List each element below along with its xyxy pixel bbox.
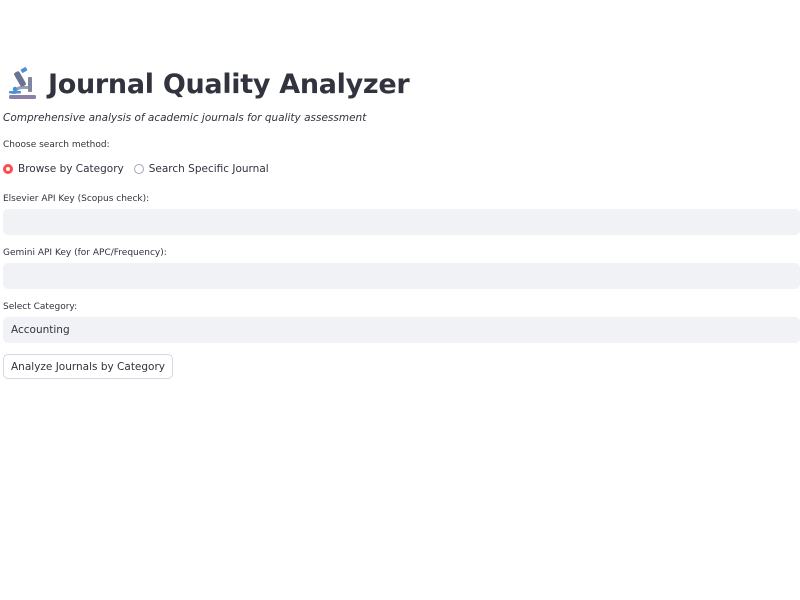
search-method-label: Choose search method:	[3, 140, 110, 150]
gemini-api-key-input[interactable]	[3, 263, 800, 289]
radio-selected-indicator[interactable]	[3, 164, 13, 174]
radio-unselected-indicator[interactable]	[133, 164, 144, 174]
page-title: Journal Quality Analyzer	[48, 68, 410, 100]
radio-label-browse: Browse by Category	[18, 163, 124, 175]
radio-browse-by-category[interactable]: Browse by Category	[3, 163, 124, 175]
category-select[interactable]: Accounting	[3, 317, 800, 343]
radio-label-search: Search Specific Journal	[148, 163, 269, 175]
category-label: Select Category:	[3, 302, 78, 312]
gemini-key-label: Gemini API Key (for APC/Frequency):	[3, 248, 167, 258]
elsevier-key-label: Elsevier API Key (Scopus check):	[3, 194, 150, 204]
title-row: Journal Quality Analyzer	[6, 64, 410, 104]
category-selected-value: Accounting	[11, 324, 70, 336]
app-main: Journal Quality Analyzer Comprehensive a…	[0, 0, 800, 600]
search-method-radio-group: Browse by Category Search Specific Journ…	[3, 161, 279, 177]
analyze-journals-button[interactable]: Analyze Journals by Category	[3, 354, 174, 379]
microscope-icon	[6, 67, 40, 101]
elsevier-api-key-input[interactable]	[3, 209, 800, 235]
radio-search-specific-journal[interactable]: Search Specific Journal	[133, 163, 269, 175]
page-subtitle: Comprehensive analysis of academic journ…	[3, 112, 367, 124]
